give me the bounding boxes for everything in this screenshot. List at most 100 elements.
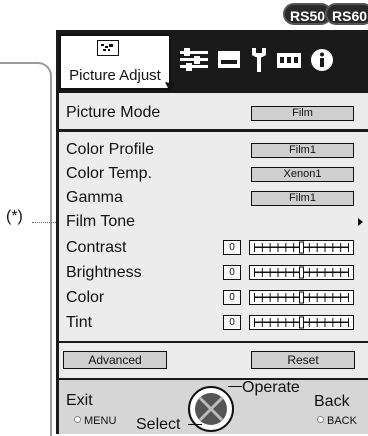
slider-tick xyxy=(261,268,263,277)
slider-tick xyxy=(348,293,349,302)
picture-mode-value[interactable]: Film xyxy=(251,106,354,121)
operate-label: Operate xyxy=(242,379,300,396)
divider xyxy=(59,129,368,132)
slider-tick xyxy=(332,268,334,277)
dpad-icon xyxy=(188,386,234,432)
select-leader xyxy=(188,424,202,425)
slider-tick xyxy=(308,243,310,252)
info-icon[interactable] xyxy=(310,48,334,72)
film-tone-label[interactable]: Film Tone xyxy=(66,212,135,232)
back-key-label: BACK xyxy=(327,415,357,427)
slider-tick xyxy=(332,318,334,327)
slider-knob[interactable] xyxy=(299,266,304,279)
slider-track xyxy=(254,266,349,279)
slider-tick xyxy=(254,318,255,327)
menu-content xyxy=(59,93,368,378)
slider-track xyxy=(254,291,349,304)
slider-tick xyxy=(261,318,263,327)
slider-tick xyxy=(316,318,318,327)
model-badge-rs60: RS60 xyxy=(325,3,368,25)
menu-key-icon xyxy=(74,416,81,423)
back-label: Back xyxy=(314,393,350,410)
slider-tick xyxy=(308,293,310,302)
annotation-marker: (*) xyxy=(6,208,23,225)
gamma-label: Gamma xyxy=(66,189,123,206)
slider-tick xyxy=(261,293,263,302)
color-temp-label: Color Temp. xyxy=(66,165,152,182)
slider-tick xyxy=(277,243,279,252)
slider-tick xyxy=(308,318,310,327)
advanced-button[interactable]: Advanced xyxy=(63,351,167,369)
slider-tick xyxy=(293,318,295,327)
color-profile-value[interactable]: Film1 xyxy=(251,143,354,158)
color-label: Color xyxy=(66,289,105,306)
slider-tick xyxy=(285,243,287,252)
slider-tick xyxy=(269,268,271,277)
slider-tick xyxy=(316,243,318,252)
brightness-slider[interactable] xyxy=(249,265,354,280)
slider-tick xyxy=(277,293,279,302)
tab-picture-adjust[interactable]: Picture Adjust xyxy=(59,34,175,90)
slider-tick xyxy=(269,293,271,302)
tab-label: Picture Adjust xyxy=(69,67,161,84)
slider-knob[interactable] xyxy=(299,291,304,304)
ports-icon[interactable] xyxy=(276,48,302,72)
slider-tick xyxy=(324,293,326,302)
screen-icon[interactable] xyxy=(217,48,241,72)
back-key-icon xyxy=(317,416,324,423)
slider-tick xyxy=(293,268,295,277)
divider xyxy=(59,341,368,343)
slider-tick xyxy=(308,268,310,277)
slider-track xyxy=(254,241,349,254)
slider-tick xyxy=(261,243,263,252)
bracket-line xyxy=(0,62,52,436)
slider-tick xyxy=(348,268,349,277)
slider-tick xyxy=(332,243,334,252)
slider-tick xyxy=(340,293,342,302)
slider-tick xyxy=(293,243,295,252)
slider-knob[interactable] xyxy=(299,316,304,329)
contrast-slider[interactable] xyxy=(249,240,354,255)
slider-tick xyxy=(324,318,326,327)
slider-tick xyxy=(340,243,342,252)
gamma-value[interactable]: Film1 xyxy=(251,191,354,206)
color-value: 0 xyxy=(223,290,241,305)
slider-tick xyxy=(285,268,287,277)
slider-tick xyxy=(254,243,255,252)
slider-tick xyxy=(254,268,255,277)
slider-tick xyxy=(269,318,271,327)
brightness-label: Brightness xyxy=(66,264,142,281)
reset-button[interactable]: Reset xyxy=(251,351,355,369)
slider-tick xyxy=(254,293,255,302)
slider-tick xyxy=(277,318,279,327)
sliders-icon[interactable] xyxy=(180,48,208,72)
color-temp-value[interactable]: Xenon1 xyxy=(251,167,354,182)
slider-tick xyxy=(277,268,279,277)
contrast-value: 0 xyxy=(223,240,241,255)
cursor-icon xyxy=(165,82,175,90)
slider-tick xyxy=(316,293,318,302)
slider-tick xyxy=(285,293,287,302)
slider-tick xyxy=(285,318,287,327)
slider-knob[interactable] xyxy=(299,241,304,254)
tint-label: Tint xyxy=(66,314,93,331)
tint-slider[interactable] xyxy=(249,315,354,330)
brightness-value: 0 xyxy=(223,265,241,280)
slider-tick xyxy=(293,293,295,302)
slider-tick xyxy=(340,318,342,327)
color-profile-label: Color Profile xyxy=(66,141,155,158)
picture-mode-label: Picture Mode xyxy=(66,104,161,121)
slider-tick xyxy=(324,243,326,252)
color-slider[interactable] xyxy=(249,290,354,305)
slider-tick xyxy=(348,243,349,252)
select-label: Select xyxy=(136,416,181,433)
slider-tick xyxy=(269,243,271,252)
picture-icon xyxy=(97,40,119,56)
slider-tick xyxy=(316,268,318,277)
wrench-icon[interactable] xyxy=(250,48,268,72)
slider-tick xyxy=(348,318,349,327)
operate-leader xyxy=(228,386,242,387)
contrast-label: Contrast xyxy=(66,239,127,256)
slider-track xyxy=(254,316,349,329)
exit-key-label: MENU xyxy=(84,415,117,427)
